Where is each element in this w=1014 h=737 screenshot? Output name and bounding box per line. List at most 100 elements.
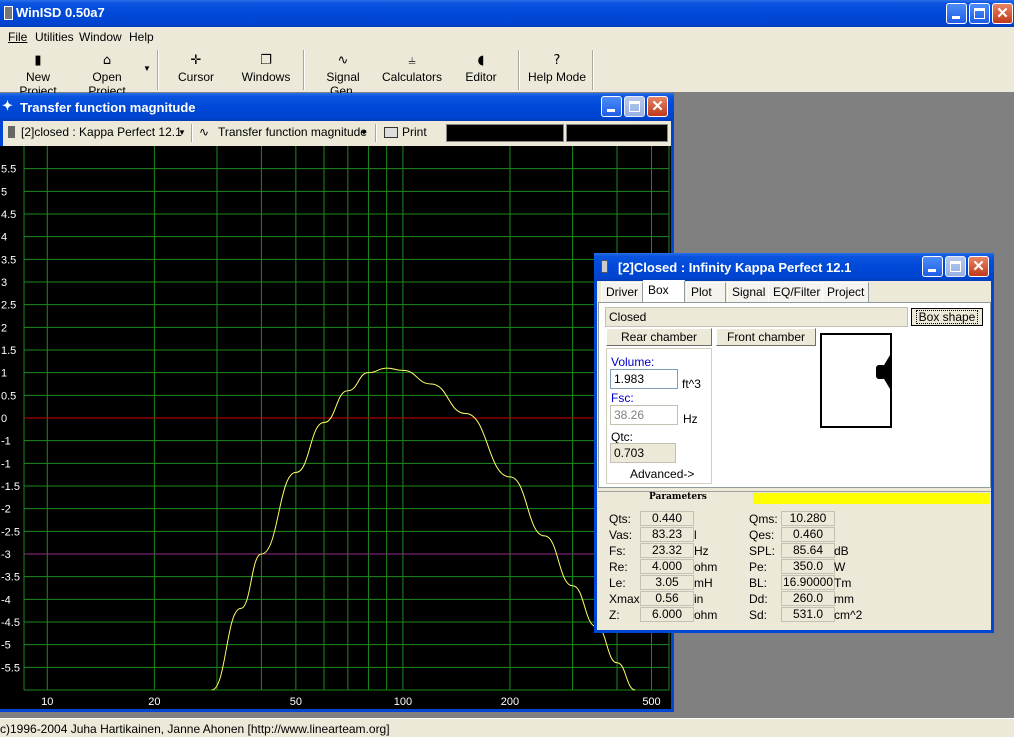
rear-chamber-button[interactable]: Rear chamber bbox=[606, 328, 712, 346]
tab-project[interactable]: Project bbox=[822, 282, 870, 302]
param-label: Z: bbox=[609, 608, 620, 622]
windows-icon: ❐ bbox=[260, 53, 272, 68]
param-label: Re: bbox=[609, 560, 628, 574]
box-maximize-button[interactable] bbox=[945, 256, 966, 277]
y-tick-label: -3.5 bbox=[1, 572, 20, 584]
param-value: 6.000 bbox=[640, 607, 694, 622]
print-button[interactable]: Print bbox=[382, 123, 436, 142]
box-window-icon bbox=[601, 260, 608, 273]
param-label: Qes: bbox=[749, 528, 775, 542]
plot-minimize-button[interactable] bbox=[601, 96, 622, 117]
param-label: Sd: bbox=[749, 608, 768, 622]
param-unit: in bbox=[694, 592, 704, 606]
toolbar-separator bbox=[303, 50, 305, 90]
param-value: 0.460 bbox=[781, 527, 835, 542]
y-tick-label: 0 bbox=[1, 413, 7, 425]
toolbar-separator bbox=[157, 50, 159, 90]
param-value: 10.280 bbox=[781, 511, 835, 526]
x-tick-label: 10 bbox=[41, 696, 53, 708]
param-unit: dB bbox=[834, 544, 849, 558]
plot-type-select[interactable]: ∿ Transfer function magnitude ▼ bbox=[196, 123, 372, 142]
y-tick-label: 1.5 bbox=[1, 345, 16, 357]
tab-driver[interactable]: Driver bbox=[601, 282, 643, 302]
tab-box[interactable]: Box bbox=[643, 280, 685, 302]
param-label: SPL: bbox=[749, 544, 776, 558]
menu-help[interactable]: Help bbox=[129, 30, 154, 44]
plot-maximize-button[interactable] bbox=[624, 96, 645, 117]
y-tick-label: -4.5 bbox=[1, 617, 20, 629]
x-tick-label: 500 bbox=[642, 696, 660, 708]
volume-input[interactable] bbox=[610, 369, 678, 389]
fsc-unit: Hz bbox=[683, 412, 698, 426]
x-tick-label: 200 bbox=[501, 696, 519, 708]
menu-file[interactable]: File bbox=[8, 30, 27, 44]
cursor-button[interactable]: ✛ Cursor bbox=[168, 52, 224, 90]
menu-window[interactable]: Window bbox=[79, 30, 122, 44]
box-window-title: [2]Closed : Infinity Kappa Perfect 12.1 bbox=[618, 260, 852, 275]
transfer-function-chart[interactable]: 5.5 5 4.5 4 3.5 3 2.5 2 1.5 1 0.5 0 -1 -1 -1.5 -2 -2.5 -3… bbox=[0, 146, 671, 709]
param-value: 350.0 bbox=[781, 559, 835, 574]
param-label: Qms: bbox=[749, 512, 778, 526]
y-tick-label: -1 bbox=[1, 458, 11, 470]
advanced-link[interactable]: Advanced-> bbox=[630, 467, 694, 481]
open-folder-icon: ⌂ bbox=[102, 53, 112, 68]
param-unit: l bbox=[694, 528, 697, 542]
front-chamber-button[interactable]: Front chamber bbox=[716, 328, 816, 346]
x-tick-label: 50 bbox=[290, 696, 302, 708]
app-icon bbox=[4, 6, 13, 20]
status-text: (c)1996-2004 Juha Hartikainen, Janne Aho… bbox=[0, 722, 390, 736]
param-value: 0.440 bbox=[640, 511, 694, 526]
y-tick-label: 2.5 bbox=[1, 300, 16, 312]
minimize-button[interactable] bbox=[946, 3, 967, 24]
y-tick-label: -3 bbox=[1, 549, 11, 561]
app-titlebar: WinISD 0.50a7 ✕ bbox=[0, 0, 1014, 27]
windows-button[interactable]: ❐ Windows bbox=[236, 52, 296, 90]
toolbar bbox=[0, 48, 1014, 92]
y-tick-label: 0.5 bbox=[1, 390, 16, 402]
maximize-button[interactable] bbox=[969, 3, 990, 24]
param-value: 0.56 bbox=[640, 591, 694, 606]
y-tick-label: -4 bbox=[1, 594, 11, 606]
sine-wave-icon: ∿ bbox=[199, 125, 210, 139]
new-project-button[interactable]: ▮ New Project bbox=[6, 52, 70, 98]
project-select[interactable]: [2]closed : Kappa Perfect 12.1 ▼ bbox=[4, 123, 190, 142]
speaker-icon: ◖ bbox=[477, 53, 485, 68]
box-minimize-button[interactable] bbox=[922, 256, 943, 277]
menu-utilities[interactable]: Utilities bbox=[35, 30, 74, 44]
open-project-button[interactable]: ⌂ Open Project bbox=[72, 52, 142, 98]
box-type-field[interactable]: Closed bbox=[605, 307, 908, 327]
param-value: 83.23 bbox=[640, 527, 694, 542]
volume-unit: ft^3 bbox=[682, 377, 701, 391]
param-value: 260.0 bbox=[781, 591, 835, 606]
fsc-input[interactable] bbox=[610, 405, 678, 425]
box-shape-button[interactable]: Box shape bbox=[911, 308, 983, 326]
param-value: 23.32 bbox=[640, 543, 694, 558]
tab-eq-filter[interactable]: EQ/Filter bbox=[768, 282, 826, 302]
plot-window-titlebar: ✦ Transfer function magnitude ✕ bbox=[0, 93, 674, 121]
y-tick-label: 4.5 bbox=[1, 209, 16, 221]
x-tick-label: 20 bbox=[148, 696, 160, 708]
editor-button[interactable]: ◖ Editor bbox=[458, 52, 504, 90]
tab-signal[interactable]: Signal bbox=[727, 282, 771, 302]
toolbar-separator bbox=[518, 50, 520, 90]
param-unit: Hz bbox=[694, 544, 709, 558]
param-value: 531.0 bbox=[781, 607, 835, 622]
new-project-icon: ▮ bbox=[34, 53, 42, 68]
fsc-label: Fsc: bbox=[611, 391, 634, 405]
open-project-dropdown-icon[interactable]: ▼ bbox=[143, 64, 151, 73]
plot-close-button[interactable]: ✕ bbox=[647, 96, 668, 117]
chevron-down-icon: ▼ bbox=[178, 128, 186, 137]
close-button[interactable]: ✕ bbox=[992, 3, 1013, 24]
calculators-button[interactable]: ⫨ Calculators bbox=[382, 52, 442, 90]
y-tick-label: -2.5 bbox=[1, 526, 20, 538]
tab-plot[interactable]: Plot bbox=[686, 282, 726, 302]
param-label: Xmax: bbox=[609, 592, 644, 606]
param-value: 4.000 bbox=[640, 559, 694, 574]
y-tick-label: -1 bbox=[1, 436, 11, 448]
help-mode-button[interactable]: ? Help Mode bbox=[526, 52, 588, 90]
param-unit: cm^2 bbox=[834, 608, 863, 622]
param-unit: ohm bbox=[694, 560, 718, 574]
project-icon bbox=[8, 126, 15, 138]
signal-gen-button[interactable]: ∿ Signal Gen. bbox=[312, 52, 374, 98]
box-close-button[interactable]: ✕ bbox=[968, 256, 989, 277]
